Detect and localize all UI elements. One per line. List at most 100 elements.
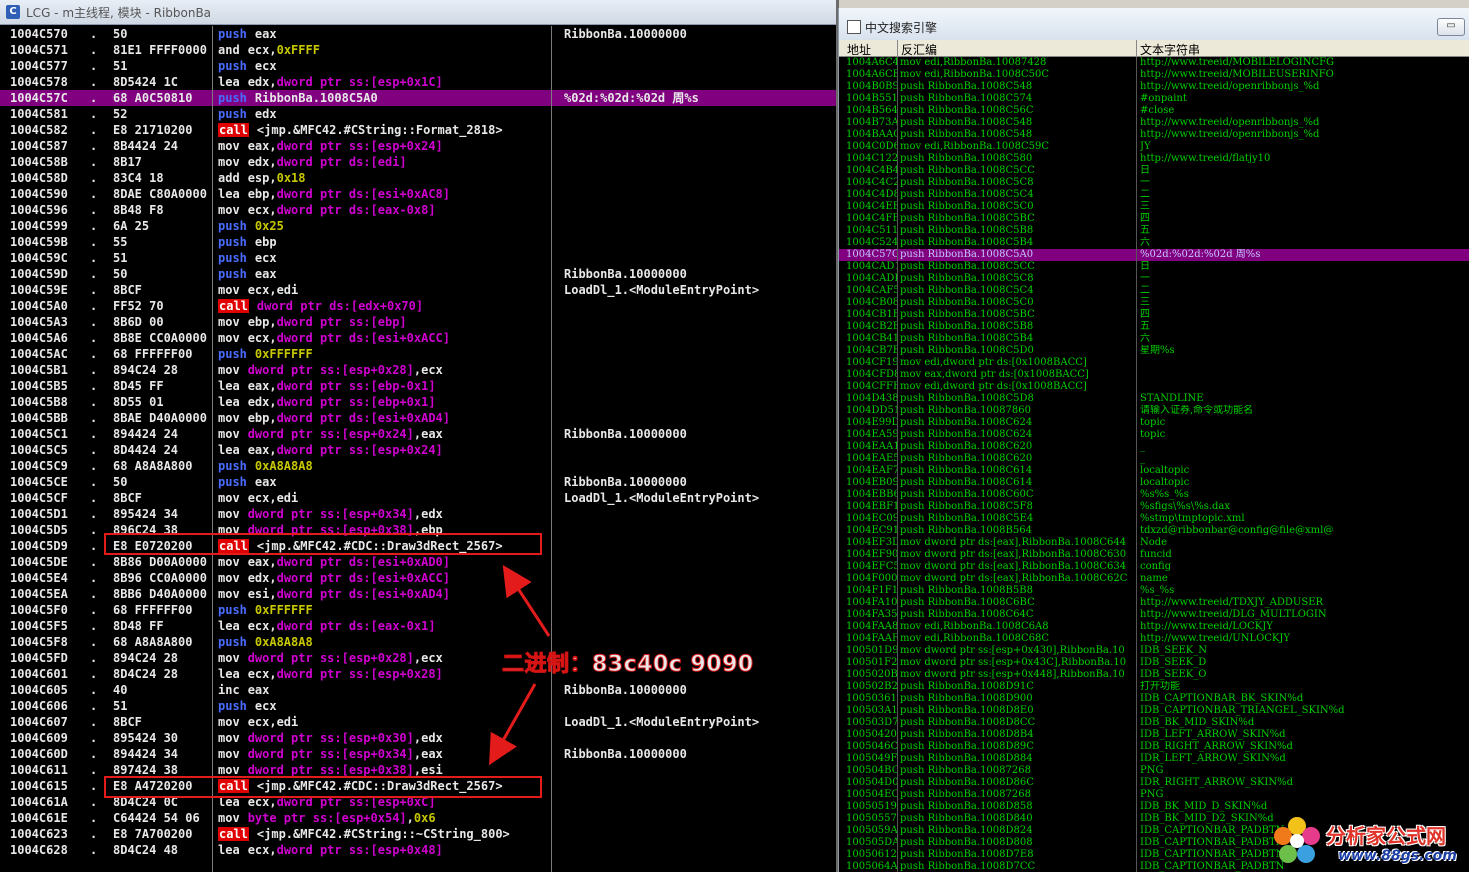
maximize-button[interactable]: ▭ — [1437, 18, 1465, 36]
result-disasm: mov dword ptr ds:[eax],RibbonBa.1008C62C — [900, 573, 1128, 584]
string-result-row[interactable]: 1004B73A push RibbonBa.1008C548 http://www… — [839, 117, 1469, 129]
result-address: 1004E99D — [846, 417, 898, 428]
string-result-row[interactable]: 1004FAA8 mov edi,RibbonBa.1008C6A8 http://… — [839, 621, 1469, 633]
header-string[interactable]: 文本字符串 — [1140, 41, 1200, 58]
result-string: 六 — [1140, 333, 1150, 344]
annotation-label: 二进制：83c40c 9090 — [502, 652, 754, 678]
string-result-row[interactable]: 1004CF19 mov edi,dword ptr ds:[0x1008BACC… — [839, 357, 1469, 369]
string-result-row[interactable]: 1004B564 push RibbonBa.1008C56C #close — [839, 105, 1469, 117]
header-address[interactable]: 地址 — [847, 41, 871, 58]
string-result-row[interactable]: 1005049F push RibbonBa.1008D884 IDR_LEFT_A… — [839, 753, 1469, 765]
string-result-row[interactable]: 100504BC push RibbonBa.10087268 PNG — [839, 765, 1469, 777]
result-address: 100504D0 — [846, 777, 898, 788]
string-result-row[interactable]: 1004C0D6 mov edi,RibbonBa.1008C59C JY — [839, 141, 1469, 153]
string-result-row[interactable]: 1004F000 mov dword ptr ds:[eax],RibbonBa.… — [839, 573, 1469, 585]
string-result-row[interactable]: 100504D0 push RibbonBa.1008D86C IDR_RIGHT_… — [839, 777, 1469, 789]
string-result-row[interactable]: 1004DD51 push RibbonBa.10087860 请输入证券,命令或功… — [839, 405, 1469, 417]
string-result-row[interactable]: 10050420 push RibbonBa.1008D8B4 IDB_LEFT_A… — [839, 729, 1469, 741]
string-result-row[interactable]: 1004CAD1 push RibbonBa.1008C5CC 日 — [839, 261, 1469, 273]
string-result-row[interactable]: 1005046C push RibbonBa.1008D89C IDB_RIGHT_… — [839, 741, 1469, 753]
string-result-row[interactable]: 1004EA59 push RibbonBa.1008C624 topic — [839, 429, 1469, 441]
result-address: 1005046C — [846, 741, 898, 752]
string-result-row[interactable]: 1004CB41 push RibbonBa.1008C5B4 六 — [839, 333, 1469, 345]
result-string: 四 — [1140, 213, 1150, 224]
result-disasm: mov dword ptr ss:[esp+0x43C],RibbonBa.10 — [900, 657, 1127, 668]
string-result-row[interactable]: 100501D9 mov dword ptr ss:[esp+0x430],Rib… — [839, 645, 1469, 657]
result-string: %stmp\tmptopic.xml — [1140, 513, 1245, 524]
string-result-row[interactable]: 1004C4C2 push RibbonBa.1008C5C8 一 — [839, 177, 1469, 189]
string-result-row[interactable]: 1004C4EB push RibbonBa.1008C5C0 三 — [839, 201, 1469, 213]
result-disasm: push RibbonBa.1008C620 — [900, 441, 1033, 452]
result-address: 1004A6C4 — [846, 57, 898, 68]
string-result-row[interactable]: 1004EAA1 push RibbonBa.1008C620 _ — [839, 441, 1469, 453]
result-address: 1004CFD8 — [846, 369, 898, 380]
string-result-row[interactable]: 1004EAF7 push RibbonBa.1008C614 localtopic — [839, 465, 1469, 477]
string-result-row[interactable]: 1004C57C push RibbonBa.1008C5A0 %02d:%02d:… — [839, 249, 1469, 261]
string-result-row[interactable]: 1004FAAF mov edi,RibbonBa.1008C68C http://… — [839, 633, 1469, 645]
string-result-row[interactable]: 1004EC91 push RibbonBa.1008B564 tdxzd@ribb… — [839, 525, 1469, 537]
string-result-row[interactable]: 1004E99D push RibbonBa.1008C624 topic — [839, 417, 1469, 429]
string-result-row[interactable]: 100501F2 mov dword ptr ss:[esp+0x43C],Rib… — [839, 657, 1469, 669]
string-result-row[interactable]: 100503A1 push RibbonBa.1008D8E0 IDB_CAPTIO… — [839, 705, 1469, 717]
string-result-row[interactable]: 1004EFC5 mov dword ptr ds:[eax],RibbonBa.… — [839, 561, 1469, 573]
result-disasm: push RibbonBa.1008D900 — [900, 693, 1033, 704]
string-result-row[interactable]: 1004EBB6 push RibbonBa.1008C60C %s%s_%s — [839, 489, 1469, 501]
result-string: IDB_SEEK_D — [1140, 657, 1207, 668]
disassembler-window[interactable]: C LCG - m主线程, 模块 - RibbonBa 1004C570. 50 p… — [0, 0, 836, 872]
string-result-row[interactable]: 1004B551 push RibbonBa.1008C574 #onpaint — [839, 93, 1469, 105]
string-result-row[interactable]: 100502B2 push RibbonBa.1008D91C 打开功能 — [839, 681, 1469, 693]
string-result-row[interactable]: 1004EC09 push RibbonBa.1008C5E4 %stmp\tmpt… — [839, 513, 1469, 525]
string-results-list[interactable]: 1004A6C4 mov edi,RibbonBa.10087428 http://… — [839, 57, 1469, 872]
string-result-row[interactable]: 1004EF3D mov dword ptr ds:[eax],RibbonBa.… — [839, 537, 1469, 549]
string-result-row[interactable]: 1005020B mov dword ptr ss:[esp+0x448],Rib… — [839, 669, 1469, 681]
string-result-row[interactable]: 1004EAE5 push RibbonBa.1008C620 _ — [839, 453, 1469, 465]
result-disasm: push RibbonBa.1008C5BC — [900, 213, 1035, 224]
result-address: 1005020B — [846, 669, 898, 680]
string-search-window[interactable]: 中文搜索引擎 ▭ 地址 反汇编 文本字符串 1004A6C4 mov edi,Ri… — [838, 8, 1469, 872]
string-result-row[interactable]: 1004CFD8 mov eax,dword ptr ds:[0x1008BACC… — [839, 369, 1469, 381]
result-address: 10050519 — [846, 801, 897, 812]
string-result-row[interactable]: 1004A6C4 mov edi,RibbonBa.10087428 http://… — [839, 57, 1469, 69]
header-disasm[interactable]: 反汇编 — [901, 41, 937, 58]
string-result-row[interactable]: 1004CB7B push RibbonBa.1008C5D0 星期%s — [839, 345, 1469, 357]
string-result-row[interactable]: 1004F1F1 push RibbonBa.1008B5B8 %s_%s — [839, 585, 1469, 597]
result-disasm: push RibbonBa.1008C56C — [900, 105, 1034, 116]
string-result-row[interactable]: 1004EF90 mov dword ptr ds:[eax],RibbonBa.… — [839, 549, 1469, 561]
string-result-row[interactable]: 1004C511 push RibbonBa.1008C5B8 五 — [839, 225, 1469, 237]
string-result-row[interactable]: 1004CB08 push RibbonBa.1008C5C0 三 — [839, 297, 1469, 309]
string-result-row[interactable]: 1004D438 push RibbonBa.1008C5D8 STANDLINE — [839, 393, 1469, 405]
string-result-row[interactable]: 1004FA35 push RibbonBa.1008C64C http://www… — [839, 609, 1469, 621]
string-result-row[interactable]: 1004C4D8 push RibbonBa.1008C5C4 二 — [839, 189, 1469, 201]
result-address: 1004EBF1 — [846, 501, 898, 512]
string-result-row[interactable]: 1004A6CE mov edi,RibbonBa.1008C50C http://… — [839, 69, 1469, 81]
result-string: http://www.treeid/openribbonjs_%d — [1140, 117, 1320, 128]
result-string: localtopic — [1140, 477, 1190, 488]
string-result-row[interactable]: 1004CAF5 push RibbonBa.1008C5C4 二 — [839, 285, 1469, 297]
string-result-row[interactable]: 1004FA10 push RibbonBa.1008C6BC http://www… — [839, 597, 1469, 609]
result-string: IDB_LEFT_ARROW_SKIN%d — [1140, 729, 1286, 740]
string-result-row[interactable]: 10050361 push RibbonBa.1008D900 IDB_CAPTIO… — [839, 693, 1469, 705]
string-result-row[interactable]: 1004CB1B push RibbonBa.1008C5BC 四 — [839, 309, 1469, 321]
string-result-row[interactable]: 1004CB2E push RibbonBa.1008C5B8 五 — [839, 321, 1469, 333]
string-result-row[interactable]: 1004CADF push RibbonBa.1008C5C8 一 — [839, 273, 1469, 285]
result-address: 1004C524 — [846, 237, 898, 248]
annotation-arrows — [489, 564, 551, 766]
result-disasm: push RibbonBa.1008C5B8 — [900, 225, 1034, 236]
string-result-row[interactable]: 1004C4FE push RibbonBa.1008C5BC 四 — [839, 213, 1469, 225]
result-address: 1004DD51 — [846, 405, 898, 416]
string-search-titlebar[interactable]: 中文搜索引擎 ▭ — [839, 8, 1469, 41]
result-address: 100505DA — [846, 837, 898, 848]
result-address: 1004CFFF — [846, 381, 898, 392]
string-result-row[interactable]: 100504EC push RibbonBa.10087268 PNG — [839, 789, 1469, 801]
string-result-row[interactable]: 100503D7 push RibbonBa.1008D8CC IDB_BK_MID… — [839, 717, 1469, 729]
string-result-row[interactable]: 1004C122 push RibbonBa.1008C580 http://www… — [839, 153, 1469, 165]
string-result-row[interactable]: 1004CFFF mov edi,dword ptr ds:[0x1008BACC… — [839, 381, 1469, 393]
string-result-row[interactable]: 1004BAAC push RibbonBa.1008C548 http://www… — [839, 129, 1469, 141]
result-string: 三 — [1140, 201, 1150, 212]
string-result-row[interactable]: 1004EB09 push RibbonBa.1008C614 localtopic — [839, 477, 1469, 489]
string-result-row[interactable]: 1004B0B9 push RibbonBa.1008C548 http://www… — [839, 81, 1469, 93]
result-address: 1004C4FE — [846, 213, 898, 224]
string-result-row[interactable]: 1004C4B4 push RibbonBa.1008C5CC 日 — [839, 165, 1469, 177]
string-result-row[interactable]: 1004C524 push RibbonBa.1008C5B4 六 — [839, 237, 1469, 249]
string-result-row[interactable]: 1004EBF1 push RibbonBa.1008C5F8 %sfigs\%s\… — [839, 501, 1469, 513]
